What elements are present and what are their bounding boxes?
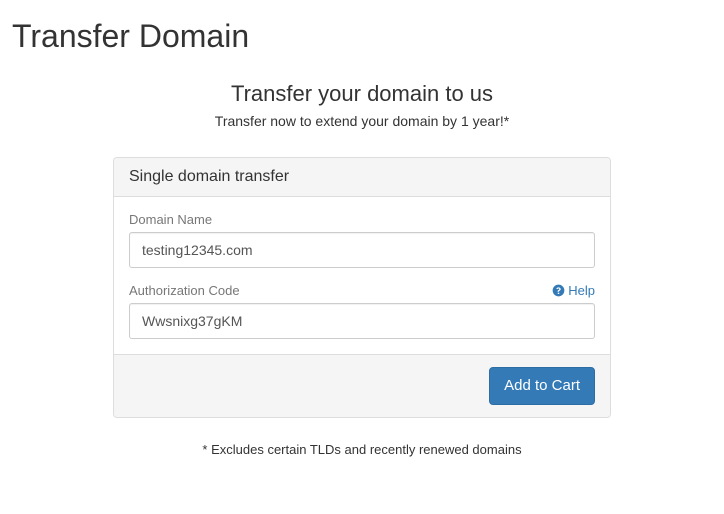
- help-icon: [552, 284, 565, 297]
- domain-name-label: Domain Name: [129, 212, 212, 227]
- domain-name-group: Domain Name: [129, 212, 595, 268]
- help-link[interactable]: Help: [552, 283, 595, 298]
- auth-code-label: Authorization Code: [129, 283, 240, 298]
- content-wrap: Transfer your domain to us Transfer now …: [0, 63, 724, 457]
- domain-name-input[interactable]: [129, 232, 595, 268]
- disclaimer-text: * Excludes certain TLDs and recently ren…: [0, 442, 724, 457]
- add-to-cart-button[interactable]: Add to Cart: [489, 367, 595, 405]
- panel-heading: Single domain transfer: [114, 158, 610, 197]
- hero-headline: Transfer your domain to us: [0, 81, 724, 107]
- panel-footer: Add to Cart: [114, 354, 610, 417]
- auth-code-input[interactable]: [129, 303, 595, 339]
- auth-code-group: Authorization Code Help: [129, 283, 595, 339]
- transfer-panel: Single domain transfer Domain Name Autho…: [113, 157, 611, 418]
- help-link-label: Help: [568, 283, 595, 298]
- page-title: Transfer Domain: [0, 0, 724, 63]
- hero-subheadline: Transfer now to extend your domain by 1 …: [0, 113, 724, 129]
- panel-body: Domain Name Authorization Code Help: [114, 197, 610, 354]
